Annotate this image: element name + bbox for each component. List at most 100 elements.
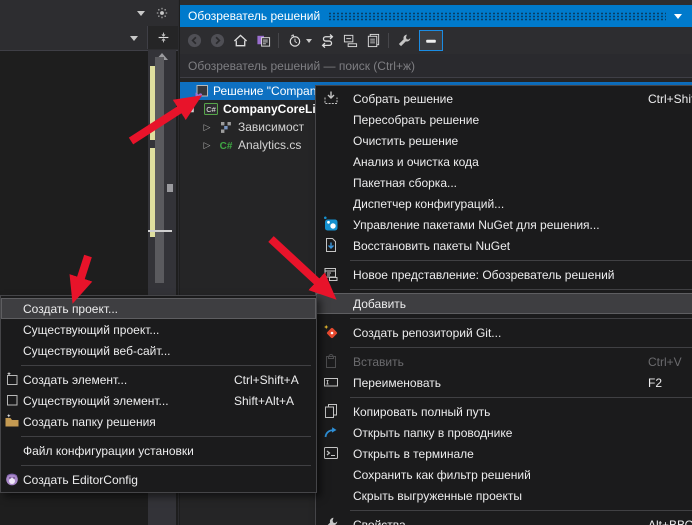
terminal-icon xyxy=(323,445,339,461)
menu-item-label: Существующий веб-сайт... xyxy=(23,344,171,358)
menu-item-label: Вставить xyxy=(353,355,404,369)
menu-item-shortcut: Ctrl+Shif xyxy=(648,92,692,106)
toolbar-separator xyxy=(278,33,279,48)
menu-item-label: Управление пакетами NuGet для решения... xyxy=(353,218,600,232)
menu-separator xyxy=(316,314,692,322)
menu-item[interactable]: Создать элемент...Ctrl+Shift+A xyxy=(1,369,316,390)
menu-item-shortcut: F2 xyxy=(648,376,662,390)
back-icon[interactable] xyxy=(186,33,202,49)
home-icon[interactable] xyxy=(232,33,248,49)
menu-item-label: Диспетчер конфигураций... xyxy=(353,197,504,211)
menu-separator xyxy=(316,506,692,514)
menu-separator xyxy=(316,285,692,293)
filter-dropdown-chevron-icon[interactable] xyxy=(306,39,312,43)
menu-item[interactable]: Управление пакетами NuGet для решения... xyxy=(316,214,692,235)
menu-item-label: Копировать полный путь xyxy=(353,405,490,419)
menu-item[interactable]: Существующий проект... xyxy=(1,319,316,340)
menu-separator xyxy=(1,361,316,369)
forward-icon[interactable] xyxy=(209,33,225,49)
menu-item[interactable]: Восстановить пакеты NuGet xyxy=(316,235,692,256)
search-input[interactable]: Обозреватель решений — поиск (Ctrl+ж) xyxy=(180,54,692,78)
pending-changes-filter-icon[interactable] xyxy=(286,33,302,49)
menu-item[interactable]: Пересобрать решение xyxy=(316,109,692,130)
menu-item[interactable]: Скрыть выгруженные проекты xyxy=(316,485,692,506)
tree-item-label: Analytics.cs xyxy=(238,138,301,152)
menu-item[interactable]: Создать репозиторий Git... xyxy=(316,322,692,343)
menu-item[interactable]: Сохранить как фильтр решений xyxy=(316,464,692,485)
expander-expanded-icon[interactable]: ◢ xyxy=(183,101,197,117)
menu-item-label: Открыть папку в проводнике xyxy=(353,426,512,440)
menu-item[interactable]: Диспетчер конфигураций... xyxy=(316,193,692,214)
gear-icon[interactable] xyxy=(154,5,170,21)
add-submenu: Создать проект... Существующий проект... С… xyxy=(0,295,317,493)
changed-lines-mark xyxy=(150,66,155,140)
menu-item[interactable]: Новое представление: Обозреватель решени… xyxy=(316,264,692,285)
new-item-icon xyxy=(4,371,20,387)
menu-item[interactable]: Вставить Ctrl+V xyxy=(316,351,692,372)
properties-icon xyxy=(323,516,339,525)
menu-item[interactable]: Существующий веб-сайт... xyxy=(1,340,316,361)
tree-item-label: Зависимост xyxy=(238,120,304,134)
chevron-down-icon[interactable] xyxy=(130,36,138,41)
copy-path-icon xyxy=(323,403,339,419)
menu-item-label: Свойства xyxy=(353,518,406,525)
expander-collapsed-icon[interactable]: ▷ xyxy=(200,137,214,153)
menu-item[interactable]: Файл конфигурации установки xyxy=(1,440,316,461)
build-icon xyxy=(323,90,339,106)
show-all-files-icon[interactable] xyxy=(365,33,381,49)
vs-ide-screenshot: Обозреватель решений Обозреватель решени… xyxy=(0,0,692,525)
editor-navigation-bar[interactable] xyxy=(0,26,178,51)
window-position-chevron-icon[interactable] xyxy=(674,14,682,19)
menu-item[interactable]: ПереименоватьF2 xyxy=(316,372,692,393)
menu-item[interactable]: Открыть в терминале xyxy=(316,443,692,464)
svg-text:C#: C# xyxy=(206,105,216,114)
menu-item-label: Создать проект... xyxy=(23,302,118,316)
menu-item[interactable]: Создать папку решения xyxy=(1,411,316,432)
split-editor-button[interactable] xyxy=(147,26,178,49)
preview-selected-items-toggle[interactable] xyxy=(419,30,443,51)
menu-item[interactable]: Пакетная сборка... xyxy=(316,172,692,193)
wrench-icon[interactable] xyxy=(396,33,412,49)
chevron-down-icon[interactable] xyxy=(137,11,145,16)
menu-item[interactable]: Открыть папку в проводнике xyxy=(316,422,692,443)
menu-item-label: Файл конфигурации установки xyxy=(23,444,194,458)
sync-with-active-document-icon[interactable] xyxy=(319,33,335,49)
menu-item-label: Новое представление: Обозреватель решени… xyxy=(353,268,614,282)
menu-item-shortcut: Ctrl+Shift+A xyxy=(234,373,299,387)
open-folder-icon xyxy=(323,424,339,440)
solution-explorer-title-bar[interactable]: Обозреватель решений xyxy=(180,5,692,27)
new-solution-folder-icon xyxy=(4,413,20,429)
menu-item[interactable]: Очистить решение xyxy=(316,130,692,151)
menu-item-label: Существующий проект... xyxy=(23,323,159,337)
menu-item-label: Создать репозиторий Git... xyxy=(353,326,501,340)
paste-icon xyxy=(323,353,339,369)
collapse-all-icon[interactable] xyxy=(342,33,358,49)
menu-separator xyxy=(316,256,692,264)
menu-item-shortcut: Ctrl+V xyxy=(648,355,682,369)
menu-item[interactable]: Копировать полный путь xyxy=(316,401,692,422)
menu-separator xyxy=(1,461,316,469)
menu-item[interactable]: Собрать решениеCtrl+Shif xyxy=(316,88,692,109)
menu-item-label: Пересобрать решение xyxy=(353,113,479,127)
expander-collapsed-icon[interactable]: ▷ xyxy=(200,119,214,135)
menu-item[interactable]: Создать проект... xyxy=(1,298,316,319)
csharp-file-icon: C# xyxy=(218,137,234,153)
menu-item-label: Добавить xyxy=(353,297,406,311)
menu-item[interactable]: Создать EditorConfig xyxy=(1,469,316,490)
dependencies-icon xyxy=(218,119,234,135)
scrollbar-thumb[interactable] xyxy=(155,57,164,283)
nuget-restore-icon xyxy=(323,237,339,253)
menu-item-label: Восстановить пакеты NuGet xyxy=(353,239,510,253)
nuget-icon xyxy=(323,216,339,232)
menu-item[interactable]: Анализ и очистка кода xyxy=(316,151,692,172)
switch-views-icon[interactable] xyxy=(255,33,271,49)
menu-item[interactable]: Добавить xyxy=(316,293,692,314)
drag-handle-dots xyxy=(328,12,666,21)
menu-item-label: Очистить решение xyxy=(353,134,458,148)
menu-item[interactable]: СвойстваAlt+ВВО xyxy=(316,514,692,525)
menu-item-label: Сохранить как фильтр решений xyxy=(353,468,531,482)
menu-item-label: Открыть в терминале xyxy=(353,447,474,461)
search-placeholder: Обозреватель решений — поиск (Ctrl+ж) xyxy=(188,59,415,73)
git-icon xyxy=(323,324,339,340)
menu-item[interactable]: Существующий элемент...Shift+Alt+A xyxy=(1,390,316,411)
